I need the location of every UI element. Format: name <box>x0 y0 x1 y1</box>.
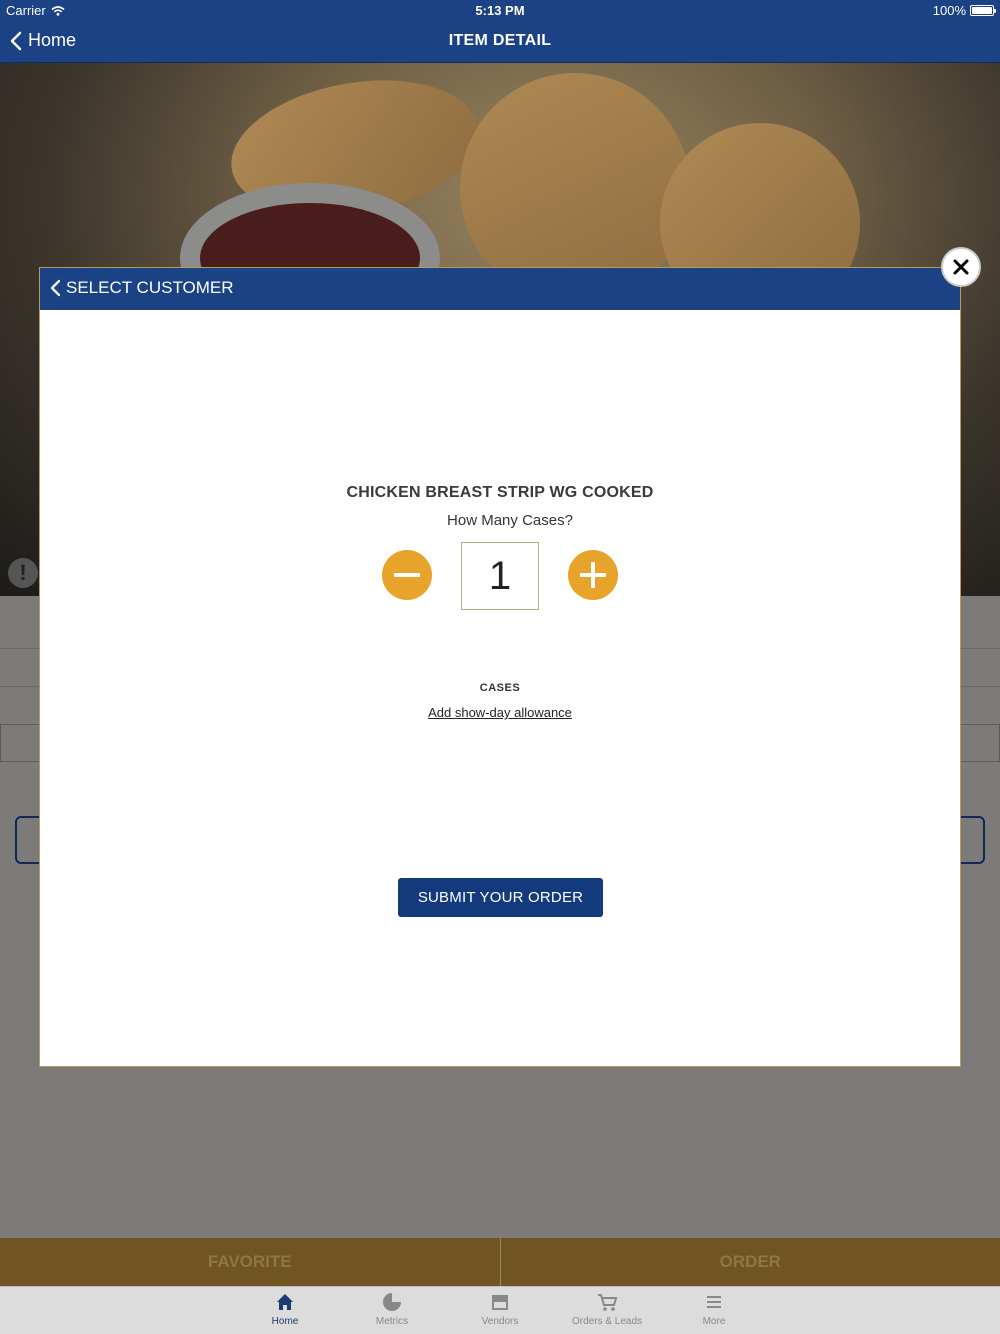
tab-vendors[interactable]: Vendors <box>455 1291 545 1327</box>
product-name: CHICKEN BREAST STRIP WG COOKED <box>346 484 654 501</box>
tab-label: Metrics <box>375 1316 409 1327</box>
navigation-bar: Home ITEM DETAIL <box>0 22 1000 63</box>
quantity-input[interactable]: 1 <box>461 542 539 610</box>
tab-label: Vendors <box>481 1316 519 1327</box>
modal-header: SELECT CUSTOMER <box>40 268 960 310</box>
tab-label: More <box>702 1316 726 1327</box>
quantity-stepper: 1 <box>40 540 960 610</box>
modal-title: SELECT CUSTOMER <box>66 278 234 297</box>
menu-icon <box>707 1296 721 1308</box>
close-icon <box>953 259 969 275</box>
cart-icon <box>598 1294 618 1311</box>
home-icon <box>277 1294 293 1310</box>
battery-percent: 100% <box>932 3 966 18</box>
minus-icon <box>394 573 420 577</box>
select-customer-modal: SELECT CUSTOMER CHICKEN BREAST STRIP WG … <box>39 267 961 1067</box>
tab-home[interactable]: Home <box>240 1291 330 1327</box>
tab-label: Orders & Leads <box>571 1316 643 1327</box>
chevron-left-icon <box>50 279 61 297</box>
plus-icon <box>580 562 606 588</box>
battery-icon <box>970 5 996 16</box>
pie-chart-icon <box>383 1293 401 1311</box>
clock: 5:13 PM <box>475 3 525 18</box>
battery-info: 100% <box>932 3 996 18</box>
tab-bar: Home Metrics Vendors Orders & Leads More <box>0 1286 1000 1334</box>
tab-label: Home <box>271 1316 299 1327</box>
tab-more[interactable]: More <box>669 1291 759 1327</box>
quantity-question: How Many Cases? <box>447 512 573 529</box>
tab-metrics[interactable]: Metrics <box>347 1291 437 1327</box>
order-button[interactable]: ORDER <box>501 1238 1000 1286</box>
item-action-bar: FAVORITE ORDER <box>0 1238 1000 1286</box>
unit-label: CASES <box>479 682 521 694</box>
storefront-icon <box>492 1295 508 1310</box>
page-title: ITEM DETAIL <box>448 32 552 49</box>
close-modal-button[interactable] <box>941 247 981 287</box>
increase-quantity-button[interactable] <box>568 550 618 600</box>
status-bar: Carrier 5:13 PM 100% <box>0 0 1000 22</box>
modal-back-button[interactable]: SELECT CUSTOMER <box>50 278 234 298</box>
submit-order-button[interactable]: SUBMIT YOUR ORDER <box>398 878 603 917</box>
add-show-day-allowance-link[interactable]: Add show-day allowance <box>40 705 960 720</box>
decrease-quantity-button[interactable] <box>382 550 432 600</box>
favorite-button[interactable]: FAVORITE <box>0 1238 500 1286</box>
alert-badge-icon[interactable]: ! <box>8 558 38 588</box>
tab-orders-leads[interactable]: Orders & Leads <box>562 1291 652 1327</box>
